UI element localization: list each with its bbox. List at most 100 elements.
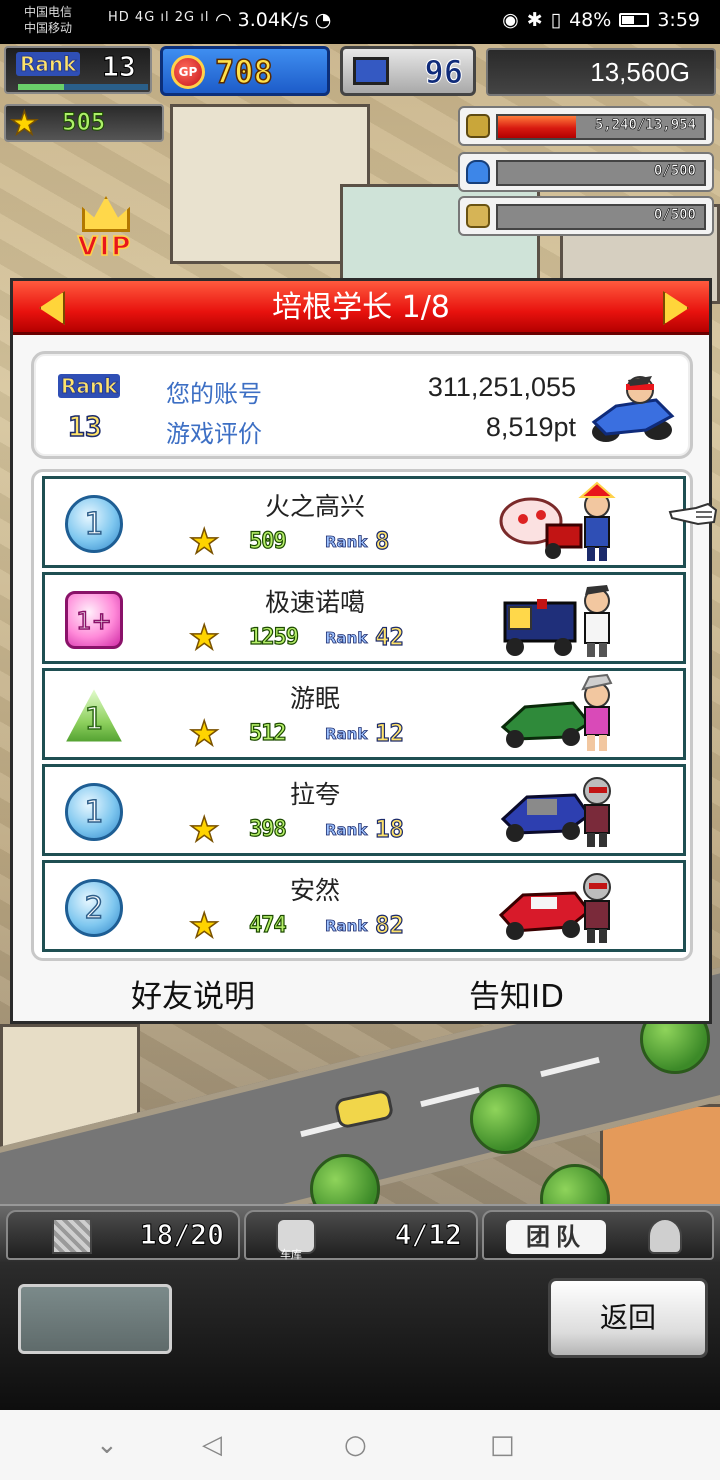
- friend-row[interactable]: 1 游眠 ★ 512 Rank 12: [42, 668, 686, 760]
- friend-rank-label: Rank: [325, 725, 368, 744]
- bottom-bar: 18/20 车库 4/12 团队 返回: [0, 1204, 720, 1410]
- level-badge-circle-icon: 2: [65, 879, 123, 937]
- account-label: 您的账号: [166, 380, 262, 408]
- coin-stack-icon: [466, 114, 490, 138]
- friend-stars: 398: [248, 816, 287, 842]
- battery-icon: [619, 13, 650, 27]
- friend-rank-label: Rank: [325, 533, 368, 552]
- star-icon: ★: [188, 618, 220, 658]
- tab-team[interactable]: 团队: [482, 1210, 714, 1260]
- recents-square-icon[interactable]: □: [490, 1430, 515, 1460]
- notify-id-button[interactable]: 告知ID: [469, 971, 564, 1016]
- badge-number: 2: [84, 890, 105, 927]
- account-rank-value: 13: [67, 409, 102, 444]
- star-icon: ★: [9, 104, 39, 142]
- panel-header: 培根学长 1/8: [13, 281, 709, 335]
- bottom-tabs: 18/20 车库 4/12 团队: [0, 1204, 720, 1262]
- friend-kart-icon: [503, 585, 610, 657]
- rank-label: Rank: [16, 52, 81, 77]
- resource-wheat[interactable]: 0/500: [458, 196, 714, 236]
- team-member-icon: [648, 1218, 682, 1254]
- star-counter: ★ 505: [4, 104, 164, 142]
- back-button[interactable]: 返回: [548, 1278, 708, 1358]
- level-badge-circle-icon: 1: [65, 495, 123, 553]
- vip-button[interactable]: VIP: [64, 196, 146, 266]
- friend-name: 安然: [289, 876, 340, 905]
- network-signal-icon: HD 4G ıl 2G ıl: [108, 10, 210, 25]
- level-badge-circle-icon: 1: [65, 783, 123, 841]
- star-icon: ★: [188, 906, 220, 946]
- back-triangle-icon[interactable]: ◁: [202, 1430, 222, 1460]
- bluetooth-icon: ✱: [526, 9, 543, 31]
- friend-row[interactable]: 1 拉夸 ★ 398 Rank 18: [42, 764, 686, 856]
- resource-bar-fill: [498, 116, 577, 138]
- friend-help-button[interactable]: 好友说明: [131, 971, 255, 1016]
- rank-value: 13: [102, 50, 137, 84]
- speed-text: 3.04K/s: [237, 9, 309, 31]
- empty-slot[interactable]: [18, 1284, 172, 1354]
- tab-facilities-value: 18/20: [139, 1218, 224, 1252]
- rating-label: 游戏评价: [166, 420, 262, 448]
- bottom-panel: 返回: [0, 1262, 720, 1410]
- tab-garage[interactable]: 车库 4/12: [244, 1210, 478, 1261]
- carrier-info: 中国电信 中国移动: [24, 4, 72, 36]
- badge-number: 1+: [76, 606, 113, 636]
- friend-stars: 509: [248, 528, 287, 554]
- wheat-icon: [466, 204, 490, 228]
- friend-row[interactable]: 1+ 极速诺噶 ★ 1259 Rank 42: [42, 572, 686, 664]
- rating-value: 8,519pt: [485, 412, 576, 442]
- friend-rank: 42: [374, 622, 404, 651]
- friend-row[interactable]: 2 安然 ★ 474 Rank 82: [42, 860, 686, 952]
- clock: 3:59: [657, 9, 700, 31]
- vip-label: VIP: [77, 231, 133, 263]
- resource-coins[interactable]: 5,240/13,954: [458, 106, 714, 146]
- network-speed: ◠ 3.04K/s ◔: [215, 9, 331, 31]
- tab-facilities[interactable]: 18/20: [6, 1210, 240, 1260]
- resource-text: 5,240/13,954: [594, 117, 697, 134]
- battery-percent: 48%: [569, 9, 612, 31]
- friend-rank: 12: [374, 718, 404, 747]
- rank-progress-fill: [18, 84, 64, 90]
- friend-kart-icon: [499, 481, 616, 561]
- account-value: 311,251,055: [427, 372, 576, 402]
- crown-icon: [82, 196, 130, 232]
- star-count-value: 505: [61, 108, 106, 137]
- rank-progress-bar: [18, 84, 148, 90]
- resource-bar: 0/500: [496, 204, 706, 230]
- money-display: 13,560G: [486, 48, 716, 96]
- friend-rank: 82: [374, 910, 404, 939]
- wifi-icon: ◠: [215, 9, 238, 31]
- panel-title: 培根学长 1/8: [272, 290, 450, 325]
- tab-team-label: 团队: [506, 1220, 606, 1254]
- hud-rank[interactable]: Rank 13: [4, 46, 152, 94]
- tree: [470, 1084, 540, 1154]
- friend-panel: 培根学长 1/8 Rank 13 您的账号 游戏评价 311,251,055 8…: [10, 278, 712, 1024]
- eye-icon: ◉: [502, 9, 519, 31]
- badge-number: 1: [84, 506, 105, 543]
- star-icon: ★: [188, 522, 220, 562]
- resource-text: 0/500: [653, 207, 697, 224]
- friend-kart-icon: [500, 777, 611, 847]
- system-icons: ◉ ✱ ▯ 48% 3:59: [502, 9, 700, 31]
- status-bar: 中国电信 中国移动 HD 4G ıl 2G ıl ◠ 3.04K/s ◔ ◉ ✱…: [0, 0, 720, 44]
- resource-bar: 5,240/13,954: [496, 114, 706, 140]
- friend-rank: 8: [374, 526, 390, 555]
- tab-garage-label: 车库: [280, 1248, 302, 1261]
- hud-pc[interactable]: 96: [340, 46, 476, 96]
- pc-value: 96: [424, 53, 464, 92]
- hud-gp[interactable]: GP 708: [160, 46, 330, 96]
- friend-stars: 512: [248, 720, 287, 746]
- friend-rank: 18: [374, 814, 404, 843]
- sync-icon: ◔: [308, 9, 332, 31]
- home-circle-icon[interactable]: ○: [344, 1430, 367, 1460]
- resource-text: 0/500: [653, 163, 697, 180]
- badge-number: 1: [84, 701, 105, 738]
- resource-bottle[interactable]: 0/500: [458, 152, 714, 192]
- tab-garage-value: 4/12: [394, 1218, 462, 1252]
- friend-row[interactable]: 1 火之高兴 ★ 509 Rank 8: [42, 476, 686, 568]
- badge-number: 1: [84, 794, 105, 831]
- star-icon: ★: [188, 810, 220, 850]
- star-icon: ★: [188, 714, 220, 754]
- collapse-chevron-icon[interactable]: ⌄: [96, 1430, 118, 1460]
- account-rank-label: Rank: [58, 374, 121, 399]
